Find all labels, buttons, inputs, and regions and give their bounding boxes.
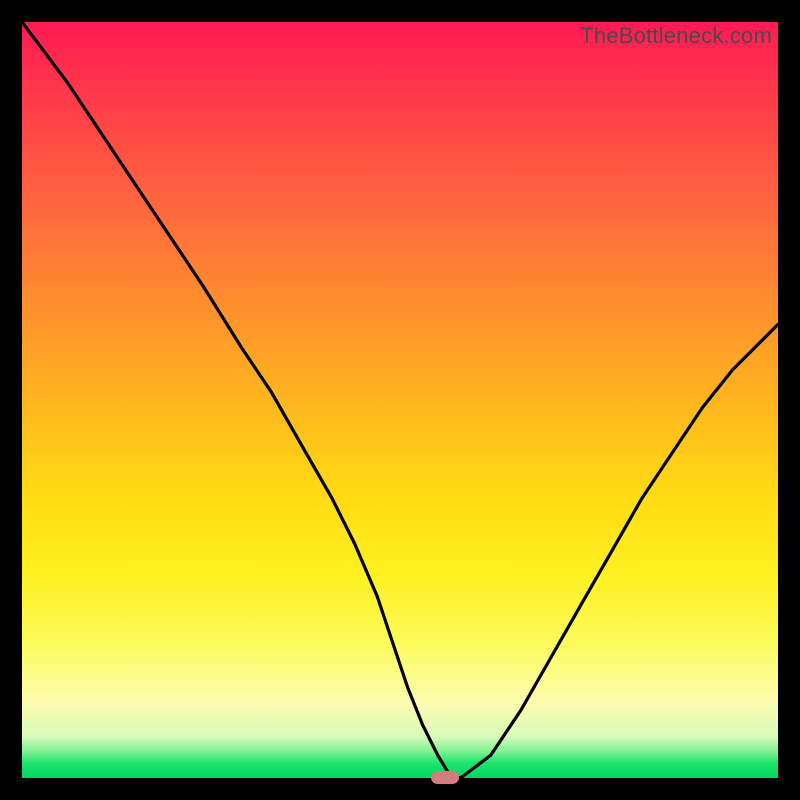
plot-area: TheBottleneck.com — [22, 22, 778, 778]
chart-frame: TheBottleneck.com — [0, 0, 800, 800]
optimal-marker — [431, 771, 459, 784]
curve-path — [22, 22, 778, 778]
bottleneck-curve — [22, 22, 778, 778]
